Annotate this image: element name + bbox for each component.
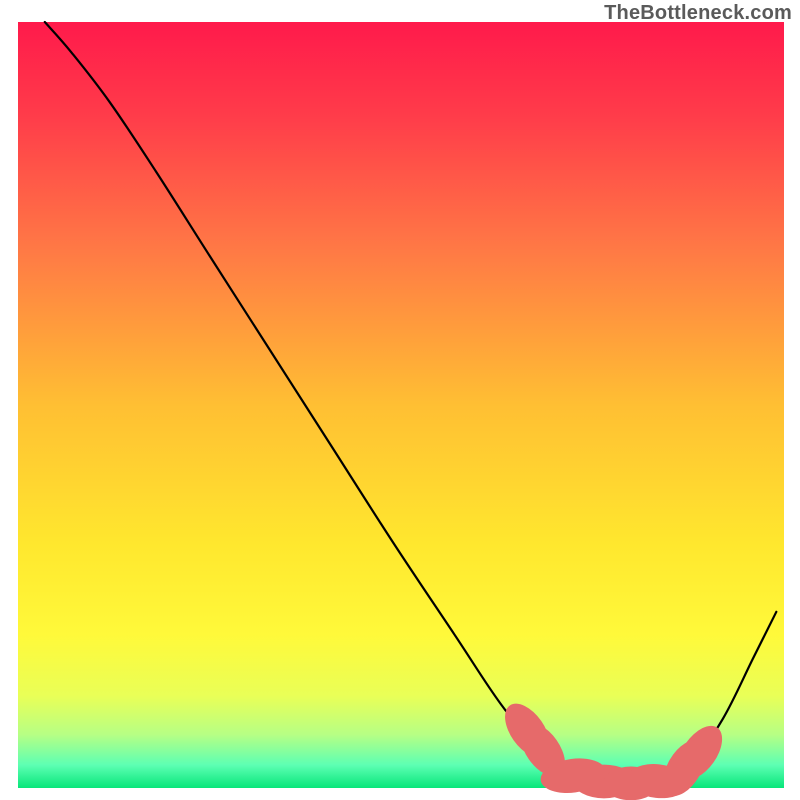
chart-container: TheBottleneck.com [0,0,800,800]
bottleneck-chart [0,0,800,800]
watermark-text: TheBottleneck.com [604,2,792,25]
